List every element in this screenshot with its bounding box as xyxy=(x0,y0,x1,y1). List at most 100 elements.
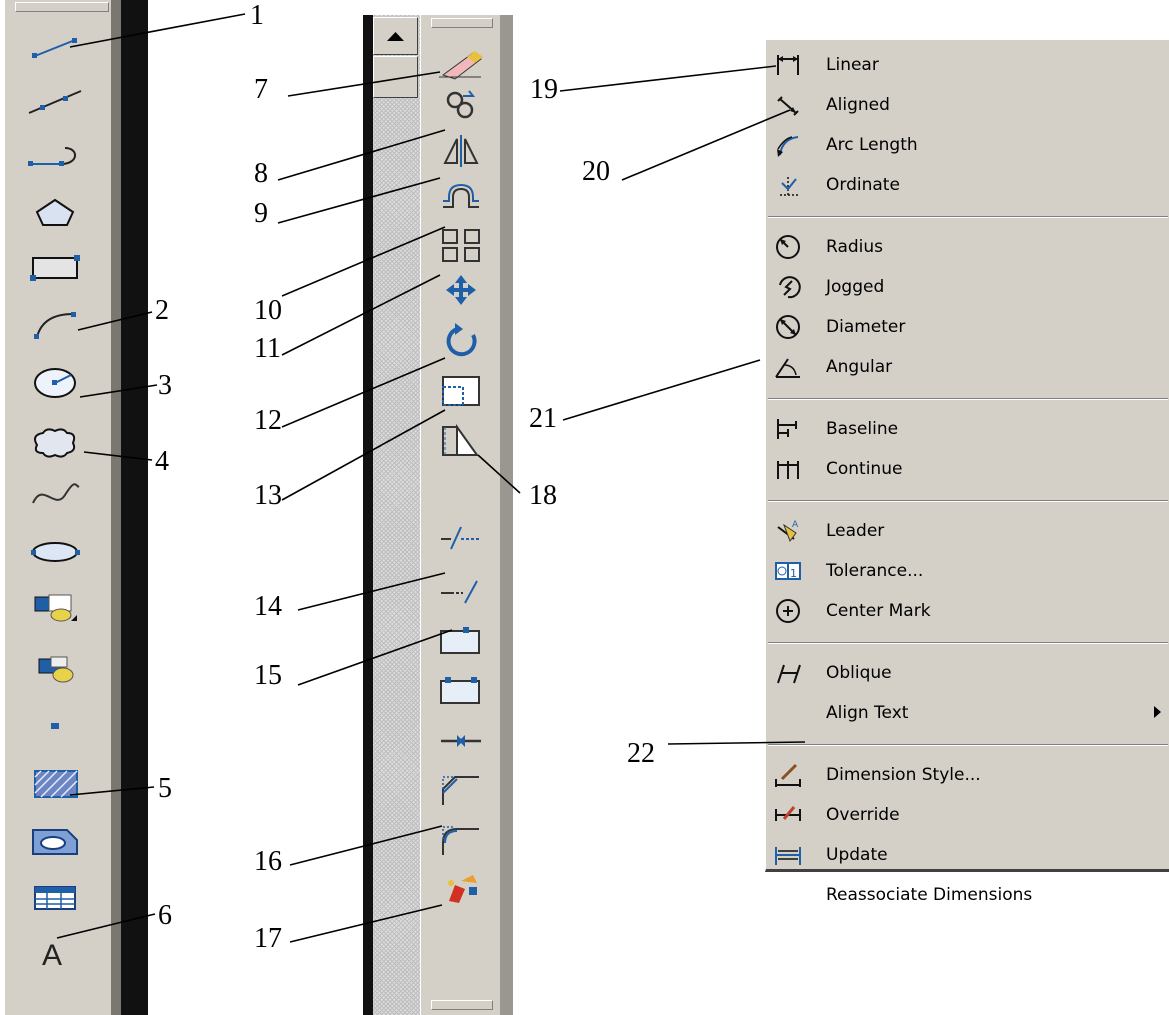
menu-item-label: Oblique xyxy=(826,663,892,683)
menu-item-label: Align Text xyxy=(826,703,909,723)
callout-6: 6 xyxy=(158,900,172,931)
menu-item-aligned[interactable]: Aligned xyxy=(766,86,1169,124)
circle-icon xyxy=(34,367,76,398)
break-icon xyxy=(440,677,480,704)
draw-tool-construction-line[interactable] xyxy=(15,84,95,120)
modify-tool-array[interactable] xyxy=(421,226,501,264)
menu-item-ordinate[interactable]: Ordinate xyxy=(766,166,1169,204)
scale-icon xyxy=(442,376,480,406)
menu-item-dimension-style[interactable]: Dimension Style... xyxy=(766,756,1169,794)
aligned-dimension-icon xyxy=(777,96,799,116)
menu-item-baseline[interactable]: Baseline xyxy=(766,410,1169,448)
menu-item-angular[interactable]: Angular xyxy=(766,348,1169,386)
menu-item-label: Continue xyxy=(826,459,903,479)
draw-tool-insert-block[interactable] xyxy=(15,591,95,627)
draw-tool-revision-cloud[interactable] xyxy=(15,423,95,459)
baseline-icon xyxy=(777,419,797,439)
update-icon xyxy=(775,847,801,865)
menu-item-center-mark[interactable]: Center Mark xyxy=(766,592,1169,630)
draw-tool-ellipse[interactable] xyxy=(15,534,95,570)
ordinate-icon xyxy=(780,177,798,196)
draw-tool-rectangle[interactable] xyxy=(15,249,95,285)
menu-item-arc-length[interactable]: Arc Length xyxy=(766,126,1169,164)
modify-tool-mirror[interactable] xyxy=(421,131,501,169)
toolbar-edge xyxy=(500,15,513,1015)
diameter-icon xyxy=(776,315,800,339)
menu-item-update[interactable]: Update xyxy=(766,836,1169,874)
polyline-icon xyxy=(28,146,76,166)
rectangle-icon xyxy=(30,255,80,281)
draw-tool-make-block[interactable] xyxy=(15,651,95,687)
menu-item-continue[interactable]: Continue xyxy=(766,450,1169,488)
draw-tool-point[interactable] xyxy=(15,708,95,744)
modify-tool-rotate[interactable] xyxy=(421,321,501,359)
angular-icon xyxy=(775,358,800,378)
modify-tool-stretch[interactable] xyxy=(421,421,501,459)
center-mark-icon xyxy=(776,599,800,623)
modify-toolbar xyxy=(420,15,501,1015)
callout-8: 8 xyxy=(254,158,268,189)
modify-tool-erase[interactable] xyxy=(421,43,501,81)
toolbar-grip[interactable] xyxy=(431,18,493,28)
menu-item-diameter[interactable]: Diameter xyxy=(766,308,1169,346)
copy-icon xyxy=(446,90,476,119)
modify-tool-trim[interactable] xyxy=(421,519,501,557)
draw-tool-table[interactable] xyxy=(15,879,95,915)
modify-tool-break[interactable] xyxy=(421,671,501,709)
callout-16: 16 xyxy=(254,846,282,877)
modify-tool-join[interactable] xyxy=(421,721,501,759)
toolbar-shadow xyxy=(111,0,148,1015)
callout-17: 17 xyxy=(254,923,282,954)
menu-item-oblique[interactable]: Oblique xyxy=(766,654,1169,692)
menu-item-label: Dimension Style... xyxy=(826,765,981,785)
draw-tool-polygon[interactable] xyxy=(15,194,95,230)
menu-item-align-text[interactable]: Align Text xyxy=(766,694,1169,732)
scrollbar-thumb[interactable] xyxy=(373,56,418,98)
menu-item-jogged[interactable]: Jogged xyxy=(766,268,1169,306)
join-icon xyxy=(441,735,481,747)
menu-item-label: Baseline xyxy=(826,419,899,439)
insert-block-icon xyxy=(34,594,77,622)
draw-tool-spline[interactable] xyxy=(15,477,95,513)
scroll-up-button[interactable] xyxy=(373,17,418,55)
svg-text:A: A xyxy=(792,520,799,530)
scrollbar-gutter xyxy=(363,15,373,1015)
menu-item-label: Arc Length xyxy=(826,135,918,155)
menu-item-linear[interactable]: Linear xyxy=(766,46,1169,84)
move-icon xyxy=(446,275,476,305)
menu-item-label: Ordinate xyxy=(826,175,900,195)
menu-item-radius[interactable]: Radius xyxy=(766,228,1169,266)
menu-item-reassociate-dimensions[interactable]: Reassociate Dimensions xyxy=(766,876,1169,914)
modify-tool-explode[interactable] xyxy=(421,869,501,907)
svg-text:1: 1 xyxy=(790,567,797,580)
draw-tool-hatch[interactable] xyxy=(15,765,95,801)
menu-item-leader[interactable]: A Leader xyxy=(766,512,1169,550)
modify-tool-move[interactable] xyxy=(421,271,501,309)
modify-tool-fillet[interactable] xyxy=(421,821,501,859)
menu-item-label: Aligned xyxy=(826,95,890,115)
draw-tool-circle[interactable] xyxy=(15,365,95,401)
modify-tool-offset[interactable] xyxy=(421,177,501,215)
draw-tool-line[interactable] xyxy=(15,30,95,66)
modify-tool-scale[interactable] xyxy=(421,371,501,409)
modify-tool-chamfer[interactable] xyxy=(421,771,501,809)
modify-tool-break-at-point[interactable] xyxy=(421,621,501,659)
draw-tool-multiline-text[interactable]: A xyxy=(15,933,95,969)
toolbar-grip[interactable] xyxy=(431,1000,493,1010)
oblique-icon xyxy=(777,664,801,684)
spline-icon xyxy=(32,483,80,504)
menu-item-override[interactable]: Override xyxy=(766,796,1169,834)
modify-tool-extend[interactable] xyxy=(421,573,501,611)
draw-tool-polyline[interactable] xyxy=(15,140,95,176)
menu-separator xyxy=(768,398,1168,400)
toolbar-grip[interactable] xyxy=(15,2,109,12)
modify-tool-copy[interactable] xyxy=(421,86,501,124)
menu-item-tolerance[interactable]: 1 Tolerance... xyxy=(766,552,1169,590)
draw-tool-region[interactable] xyxy=(15,822,95,858)
array-icon xyxy=(442,229,480,262)
radius-icon xyxy=(776,235,800,259)
menu-separator xyxy=(768,500,1168,502)
scrollbar-track[interactable] xyxy=(373,15,420,1015)
draw-tool-arc[interactable] xyxy=(15,306,95,342)
offset-icon xyxy=(443,183,479,208)
